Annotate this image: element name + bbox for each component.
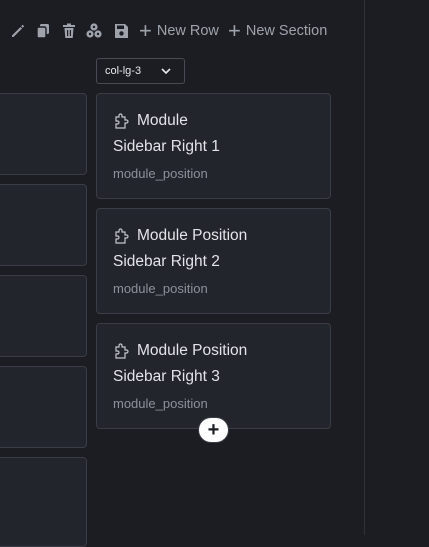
module-position-key: module_position [113, 281, 208, 296]
new-row-label: New Row [156, 23, 219, 39]
module-position-name: Sidebar Right 1 [113, 138, 220, 155]
puzzle-icon [113, 342, 130, 360]
add-module-button[interactable]: + [199, 418, 228, 442]
module-position-name: Sidebar Right 3 [113, 368, 220, 385]
save-icon[interactable] [112, 22, 130, 40]
module-position-key: module_position [113, 166, 208, 181]
module-title: Module [137, 112, 188, 129]
cubes-icon[interactable] [85, 22, 103, 40]
new-row-button[interactable]: + New Row [139, 18, 219, 43]
column-size-value: col-lg-3 [105, 65, 142, 77]
module-card[interactable]: Module Position Sidebar Right 2 module_p… [96, 208, 331, 314]
module-title: Module Position [137, 227, 248, 244]
left-column-card[interactable] [0, 184, 87, 266]
left-column-card[interactable] [0, 457, 87, 547]
new-section-label: New Section [245, 23, 328, 39]
left-column-card[interactable] [0, 366, 87, 448]
pencil-icon[interactable] [9, 22, 27, 40]
left-column-card[interactable] [0, 93, 87, 175]
new-section-button[interactable]: + New Section [228, 18, 328, 43]
puzzle-icon [113, 112, 130, 130]
module-card[interactable]: Module Position Sidebar Right 3 module_p… [96, 323, 331, 429]
module-card[interactable]: Module Sidebar Right 1 module_position [96, 93, 331, 199]
chevron-down-icon [161, 68, 171, 75]
module-title: Module Position [137, 342, 248, 359]
module-position-name: Sidebar Right 2 [113, 253, 220, 270]
copy-icon[interactable] [34, 22, 52, 40]
module-position-key: module_position [113, 396, 208, 411]
trash-icon[interactable] [60, 22, 78, 40]
puzzle-icon [113, 227, 130, 245]
column-size-select[interactable]: col-lg-3 [96, 58, 185, 84]
plus-icon: + [228, 18, 241, 43]
plus-icon: + [139, 18, 152, 43]
panel-divider [364, 0, 365, 535]
left-column-card[interactable] [0, 275, 87, 357]
